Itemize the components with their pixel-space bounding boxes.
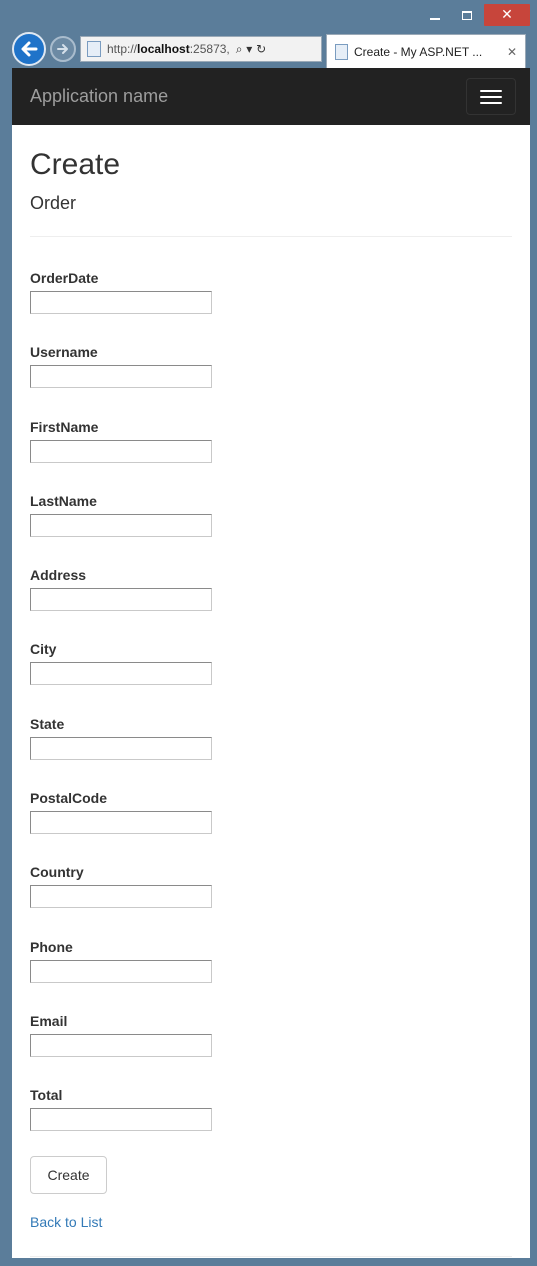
url-port: :25873,	[189, 42, 230, 56]
state-input[interactable]	[30, 736, 212, 760]
navbar-toggle-button[interactable]	[466, 78, 516, 115]
page-title: Create	[30, 148, 121, 181]
firstname-input[interactable]	[30, 439, 212, 463]
form-group: Country	[30, 864, 512, 938]
brand-link[interactable]: Application name	[30, 86, 168, 107]
minimize-icon	[430, 18, 440, 20]
page-icon	[87, 41, 101, 57]
back-arrow-icon	[21, 41, 38, 57]
minimize-button[interactable]	[420, 4, 450, 26]
form-group: State	[30, 716, 512, 790]
firstname-label: FirstName	[30, 418, 99, 435]
app-navbar: Application name	[12, 68, 530, 125]
form-group: Phone	[30, 939, 512, 1013]
total-input[interactable]	[30, 1108, 212, 1132]
form-group: Total	[30, 1087, 512, 1161]
lastname-input[interactable]	[30, 513, 212, 537]
form-group: Username	[30, 344, 512, 418]
browser-tab[interactable]: Create - My ASP.NET ... ✕	[326, 34, 526, 68]
username-input[interactable]	[30, 365, 212, 389]
hamburger-icon-bar	[480, 101, 502, 104]
country-label: Country	[30, 864, 84, 881]
hamburger-icon-bar	[480, 89, 502, 92]
form-group: City	[30, 641, 512, 715]
city-label: City	[30, 641, 57, 658]
postalcode-input[interactable]	[30, 811, 212, 835]
window-titlebar: ✕	[0, 0, 537, 30]
phone-input[interactable]	[30, 959, 212, 983]
back-to-list-link[interactable]: Back to List	[30, 1214, 512, 1230]
state-label: State	[30, 715, 65, 732]
orderdate-input[interactable]	[30, 291, 212, 314]
username-label: Username	[30, 344, 98, 361]
close-icon: ✕	[501, 7, 513, 23]
order-form: OrderDate Username FirstName LastName Addres…	[30, 270, 512, 1162]
form-group: OrderDate	[30, 270, 512, 344]
hamburger-icon-bar	[480, 95, 502, 98]
email-label: Email	[30, 1012, 68, 1029]
lastname-label: LastName	[30, 492, 97, 509]
tab-title: Create - My ASP.NET ...	[354, 44, 483, 59]
page-content: Create Order OrderDate Username FirstName L…	[12, 147, 530, 1257]
window-close-button[interactable]: ✕	[484, 4, 530, 26]
create-button[interactable]: Create	[30, 1155, 107, 1194]
country-input[interactable]	[30, 885, 212, 909]
maximize-button[interactable]	[452, 4, 482, 26]
forward-button[interactable]	[50, 36, 76, 62]
form-group: Address	[30, 567, 512, 641]
city-input[interactable]	[30, 662, 212, 686]
address-label: Address	[30, 567, 87, 584]
back-button[interactable]	[12, 32, 46, 66]
form-group: LastName	[30, 493, 512, 567]
page-viewport: Application name Create Order OrderDate U…	[12, 68, 530, 1258]
form-group: FirstName	[30, 419, 512, 493]
search-refresh-icons[interactable]: ⌕ ▾ ↻	[236, 42, 266, 57]
total-label: Total	[30, 1087, 63, 1104]
tab-page-icon	[335, 43, 348, 60]
form-group: Email	[30, 1013, 512, 1087]
email-input[interactable]	[30, 1033, 212, 1057]
browser-toolbar: http://localhost:25873, ⌕ ▾ ↻ Create - M…	[8, 30, 530, 68]
postalcode-label: PostalCode	[30, 790, 108, 807]
footer-divider	[30, 1255, 512, 1257]
page-subtitle: Order	[30, 193, 77, 213]
form-group: PostalCode	[30, 790, 512, 864]
url-host: localhost	[137, 42, 190, 56]
phone-label: Phone	[30, 938, 73, 955]
tab-close-icon[interactable]: ✕	[507, 45, 517, 59]
url-scheme: http://	[107, 42, 138, 56]
divider	[30, 236, 512, 237]
maximize-icon	[462, 10, 472, 20]
address-input[interactable]	[30, 588, 212, 612]
forward-arrow-icon	[57, 44, 68, 54]
address-bar[interactable]: http://localhost:25873, ⌕ ▾ ↻	[80, 36, 322, 62]
orderdate-label: OrderDate	[30, 270, 99, 286]
